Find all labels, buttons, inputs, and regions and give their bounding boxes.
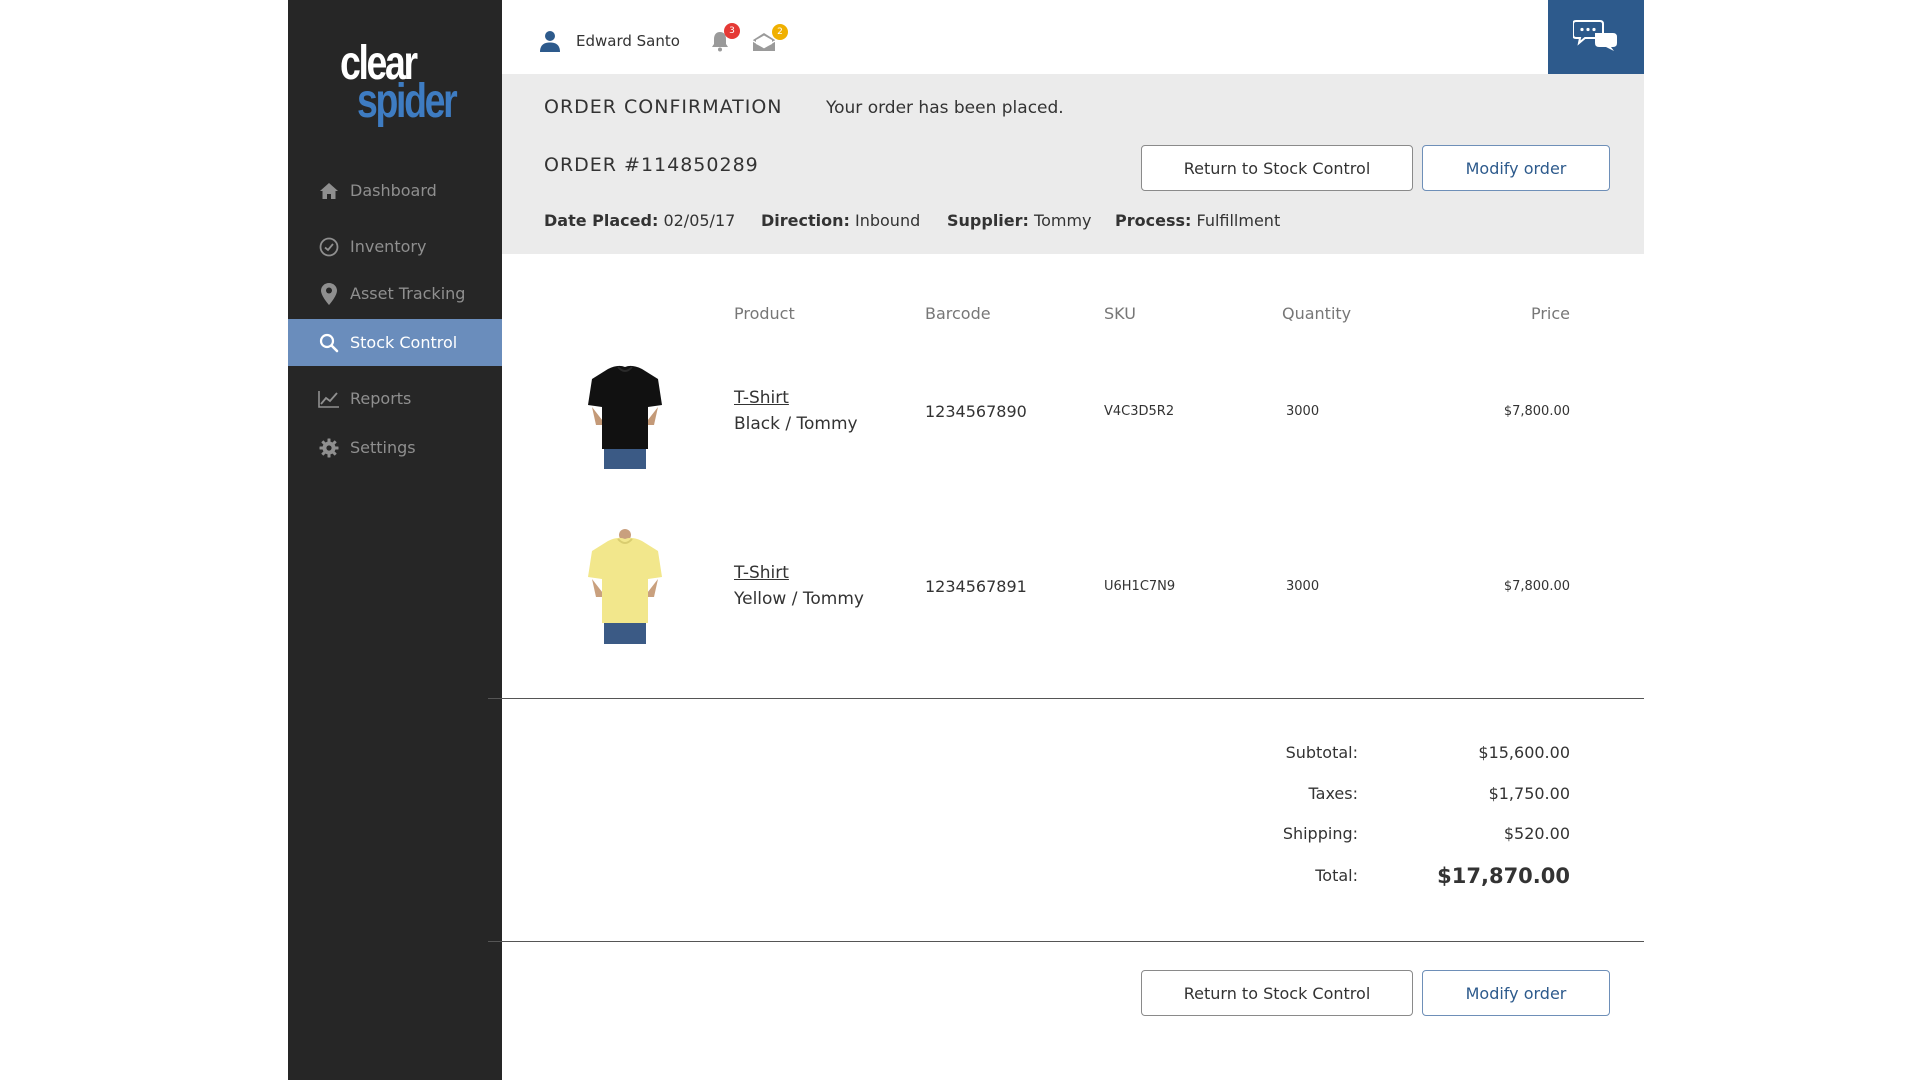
product-link[interactable]: T-Shirt: [734, 388, 789, 408]
modify-order-button-bottom[interactable]: Modify order: [1422, 970, 1610, 1016]
return-to-stock-control-button[interactable]: Return to Stock Control: [1141, 145, 1413, 191]
chat-button[interactable]: [1548, 0, 1644, 74]
supplier-value: Tommy: [1034, 211, 1092, 230]
sidebar-item-label: Dashboard: [350, 181, 437, 200]
sidebar-item-dashboard[interactable]: Dashboard: [288, 167, 502, 214]
column-header-sku: SKU: [1104, 304, 1136, 323]
column-header-price: Price: [1530, 304, 1570, 323]
sku-cell: U6H1C7N9: [1104, 579, 1176, 594]
messages-badge: 2: [772, 24, 788, 40]
order-number: ORDER #114850289: [544, 154, 759, 176]
sidebar-item-inventory[interactable]: Inventory: [288, 223, 502, 270]
product-link[interactable]: T-Shirt: [734, 563, 789, 583]
total-label: Total:: [1315, 866, 1358, 885]
product-image-yellow-tshirt[interactable]: [582, 529, 668, 644]
product-variant: Black / Tommy: [734, 414, 858, 434]
sidebar-item-stock-control[interactable]: Stock Control: [288, 319, 502, 366]
shipping-label: Shipping:: [1282, 824, 1358, 843]
confirmation-message: Your order has been placed.: [826, 98, 1064, 118]
supplier: Supplier: Tommy: [947, 211, 1092, 230]
sidebar-item-label: Stock Control: [350, 333, 458, 352]
barcode-cell: 1234567891: [925, 577, 1027, 596]
messages-button[interactable]: 2: [752, 24, 788, 56]
user-menu[interactable]: Edward Santo: [540, 30, 680, 52]
sku-cell: V4C3D5R2: [1104, 404, 1175, 419]
barcode-cell: 1234567890: [925, 402, 1027, 421]
button-label: Return to Stock Control: [1183, 158, 1371, 178]
direction-label: Direction:: [761, 211, 850, 230]
button-label: Modify order: [1465, 983, 1567, 1003]
button-label: Return to Stock Control: [1183, 983, 1371, 1003]
modify-order-button[interactable]: Modify order: [1422, 145, 1610, 191]
notifications-badge: 3: [724, 23, 740, 39]
quantity-cell: 3000: [1286, 579, 1320, 594]
subtotal-value: $15,600.00: [1478, 743, 1570, 762]
sidebar-item-label: Inventory: [350, 237, 427, 256]
process-label: Process:: [1115, 211, 1192, 230]
top-bar: Edward Santo 3 2: [502, 0, 1644, 74]
page-title: ORDER CONFIRMATION: [544, 96, 783, 118]
return-to-stock-control-button-bottom[interactable]: Return to Stock Control: [1141, 970, 1413, 1016]
shipping-value: $520.00: [1503, 824, 1570, 843]
subtotal-label: Subtotal:: [1285, 743, 1358, 762]
taxes-label: Taxes:: [1308, 784, 1358, 803]
sidebar-item-label: Reports: [350, 389, 412, 408]
gear-icon: [318, 437, 340, 459]
direction: Direction: Inbound: [761, 211, 920, 230]
column-header-barcode: Barcode: [925, 304, 991, 323]
table-row: T-Shirt Yellow / Tommy 1234567891 U6H1C7…: [502, 529, 1644, 679]
price-cell: $7,800.00: [1503, 579, 1570, 594]
home-icon: [318, 180, 340, 202]
bell-icon: [710, 32, 730, 56]
order-summary-panel: ORDER CONFIRMATION Your order has been p…: [502, 74, 1644, 254]
supplier-label: Supplier:: [947, 211, 1029, 230]
check-circle-icon: [318, 236, 340, 258]
search-icon: [318, 332, 340, 354]
process: Process: Fulfillment: [1115, 211, 1280, 230]
quantity-cell: 3000: [1286, 404, 1320, 419]
product-variant: Yellow / Tommy: [734, 589, 864, 609]
process-value: Fulfillment: [1196, 211, 1281, 230]
map-pin-icon: [318, 282, 340, 305]
user-name: Edward Santo: [576, 32, 680, 50]
line-chart-icon: [318, 388, 340, 410]
date-placed-value: 02/05/17: [663, 211, 736, 230]
divider: [488, 698, 1644, 699]
sidebar-item-settings[interactable]: Settings: [288, 424, 502, 471]
sidebar-item-label: Asset Tracking: [350, 284, 466, 303]
chat-bubbles-icon: [1572, 19, 1619, 55]
product-image-black-tshirt[interactable]: [582, 359, 668, 469]
sidebar-item-label: Settings: [350, 438, 416, 457]
taxes-value: $1,750.00: [1488, 784, 1570, 803]
user-icon: [540, 30, 562, 52]
date-placed-label: Date Placed:: [544, 211, 659, 230]
divider: [488, 941, 1644, 942]
app-window: clear spider Dashboard Inventory Asset T…: [288, 0, 1644, 1080]
price-cell: $7,800.00: [1503, 404, 1570, 419]
clearspider-logo[interactable]: clear spider: [340, 40, 460, 135]
envelope-open-icon: [752, 33, 776, 56]
button-label: Modify order: [1465, 158, 1567, 178]
sidebar: clear spider Dashboard Inventory Asset T…: [288, 0, 502, 1080]
table-row: T-Shirt Black / Tommy 1234567890 V4C3D5R…: [502, 354, 1644, 504]
total-value: $17,870.00: [1437, 864, 1570, 888]
sidebar-item-asset-tracking[interactable]: Asset Tracking: [288, 270, 502, 317]
column-header-product: Product: [734, 304, 795, 323]
sidebar-item-reports[interactable]: Reports: [288, 375, 502, 422]
logo-text-spider: spider: [357, 75, 458, 128]
direction-value: Inbound: [855, 211, 921, 230]
date-placed: Date Placed: 02/05/17: [544, 211, 735, 230]
column-header-quantity: Quantity: [1282, 304, 1352, 323]
notifications-button[interactable]: 3: [710, 23, 740, 56]
